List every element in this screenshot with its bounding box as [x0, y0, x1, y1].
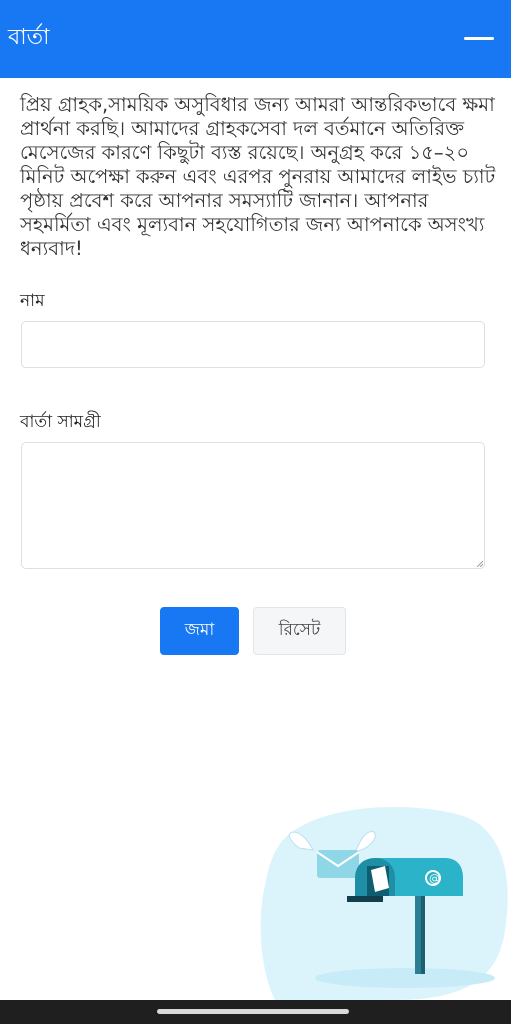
- apology-notice: প্রিয় গ্রাহক,সাময়িক অসুবিধার জন্য আমরা…: [20, 93, 496, 260]
- page-title: বার্তা: [8, 25, 50, 50]
- message-screen: বার্তা প্রিয় গ্রাহক,সাময়িক অসুবিধার জন…: [0, 0, 511, 1024]
- message-textarea[interactable]: [21, 442, 485, 569]
- home-gesture-handle[interactable]: [157, 1009, 349, 1014]
- menu-button[interactable]: [459, 22, 499, 54]
- menu-icon: [464, 36, 494, 40]
- resize-handle-icon[interactable]: [477, 561, 483, 567]
- mailbox-illustration: @: [260, 807, 508, 1000]
- submit-button[interactable]: জমা: [160, 607, 239, 655]
- svg-text:@: @: [429, 872, 440, 885]
- name-input[interactable]: [21, 321, 485, 368]
- name-label: নাম: [20, 291, 45, 311]
- app-header: বার্তা: [0, 0, 511, 78]
- message-label: বার্তা সামগ্রী: [20, 412, 101, 432]
- reset-button[interactable]: রিসেট: [253, 607, 346, 655]
- system-navigation-bar: [0, 1000, 511, 1024]
